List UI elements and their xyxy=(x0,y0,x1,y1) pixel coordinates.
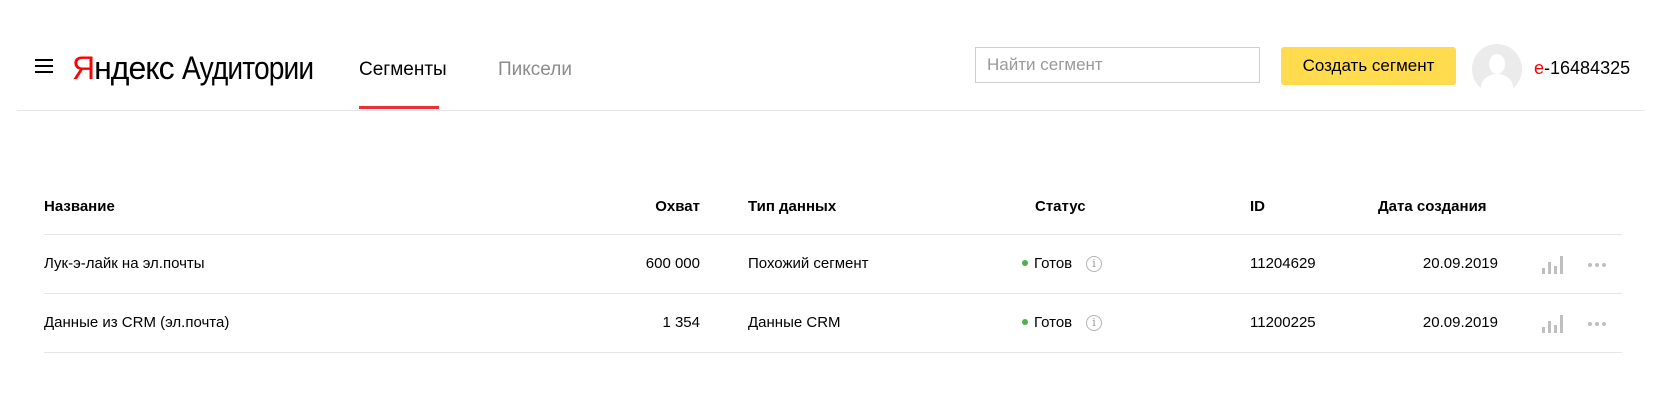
segment-created-date: 20.09.2019 xyxy=(1422,255,1498,272)
user-avatar[interactable] xyxy=(1472,44,1522,94)
table-row[interactable]: Данные из CRM (эл.почта) 1 354 Данные CR… xyxy=(44,294,1622,352)
hamburger-menu-icon[interactable] xyxy=(35,59,55,75)
column-header-status[interactable]: Статус xyxy=(1035,198,1086,215)
more-dots-icon[interactable] xyxy=(1588,263,1610,269)
table-divider xyxy=(44,352,1622,353)
column-header-data-type[interactable]: Тип данных xyxy=(748,198,836,215)
segment-id: 11200225 xyxy=(1250,314,1316,331)
column-header-id[interactable]: ID xyxy=(1250,198,1265,215)
table-row[interactable]: Лук-э-лайк на эл.почты 600 000 Похожий с… xyxy=(44,235,1622,293)
segment-created-date: 20.09.2019 xyxy=(1422,314,1498,331)
segment-name[interactable]: Лук-э-лайк на эл.почты xyxy=(44,255,205,273)
yandex-audience-logo[interactable]: Яндекс Аудитории xyxy=(72,50,331,86)
column-header-created[interactable]: Дата создания xyxy=(1378,198,1487,215)
column-header-reach[interactable]: Охват xyxy=(622,198,700,215)
segment-status: Готов xyxy=(1022,314,1072,332)
info-icon[interactable]: i xyxy=(1086,256,1102,272)
user-login[interactable]: e-16484325 xyxy=(1534,57,1630,79)
segment-reach: 1 354 xyxy=(662,314,700,331)
status-ready-dot xyxy=(1022,260,1028,267)
active-tab-underline xyxy=(359,106,439,109)
segment-reach: 600 000 xyxy=(645,255,700,272)
segment-status: Готов xyxy=(1022,255,1072,273)
column-header-name[interactable]: Название xyxy=(44,198,115,215)
segment-data-type: Похожий сегмент xyxy=(748,255,869,272)
segment-name[interactable]: Данные из CRM (эл.почта) xyxy=(44,314,229,332)
status-ready-dot xyxy=(1022,319,1028,326)
tab-pixels[interactable]: Пиксели xyxy=(498,58,572,82)
info-icon[interactable]: i xyxy=(1086,315,1102,331)
bar-chart-icon[interactable] xyxy=(1542,254,1564,274)
segment-id: 11204629 xyxy=(1250,255,1316,272)
tab-segments[interactable]: Сегменты xyxy=(359,58,447,82)
more-dots-icon[interactable] xyxy=(1588,322,1610,328)
create-segment-button[interactable]: Создать сегмент xyxy=(1281,47,1456,85)
segment-data-type: Данные CRM xyxy=(748,314,841,331)
bar-chart-icon[interactable] xyxy=(1542,313,1564,333)
search-segment-input[interactable] xyxy=(975,47,1260,83)
